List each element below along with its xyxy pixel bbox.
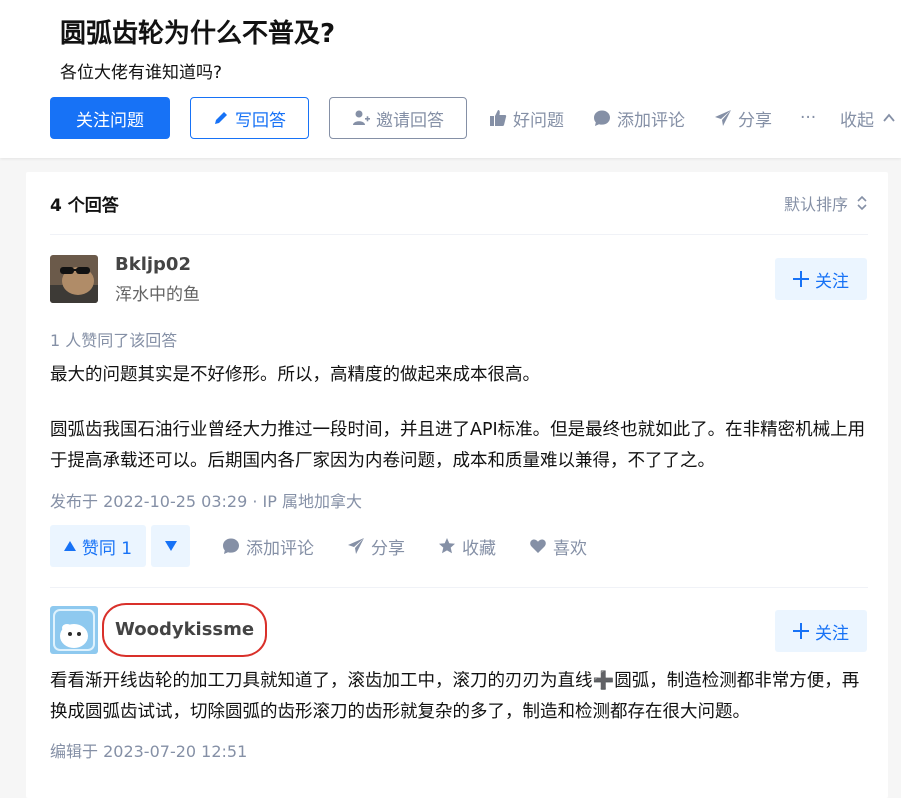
- triangle-up-icon: [63, 541, 76, 551]
- add-comment-button[interactable]: 添加评论: [593, 97, 685, 139]
- plus-icon: [793, 271, 809, 287]
- answer-paragraph: 看看渐开线齿轮的加工刀具就知道了，滚齿加工中，滚刀的刃刃为直线➕圆弧，制造检测都…: [50, 671, 860, 722]
- follow-author-button[interactable]: 关注: [775, 610, 867, 652]
- collect-button[interactable]: 收藏: [438, 525, 496, 567]
- comment-button[interactable]: 添加评论: [222, 525, 314, 567]
- write-answer-button[interactable]: 写回答: [190, 97, 309, 139]
- invite-answer-label: 邀请回答: [376, 110, 444, 131]
- question-title[interactable]: 圆弧齿轮为什么不普及?: [60, 14, 335, 54]
- avatar-image: [50, 255, 98, 303]
- answer-meta[interactable]: 发布于 2022-10-25 03:29 · IP 属地加拿大: [50, 488, 362, 512]
- more-icon: ···: [800, 108, 817, 128]
- comment-label: 添加评论: [246, 538, 314, 559]
- collect-label: 收藏: [462, 538, 496, 559]
- more-button[interactable]: ···: [800, 97, 816, 139]
- pencil-icon: [215, 112, 227, 124]
- collapse-label: 收起: [840, 110, 874, 131]
- sort-toggle-icon: [857, 195, 867, 211]
- downvote-button[interactable]: [151, 525, 190, 567]
- follow-author-button[interactable]: 关注: [775, 258, 867, 300]
- chevron-up-icon: [883, 113, 895, 122]
- plus-icon: [793, 623, 809, 639]
- voters-count[interactable]: 1 人赞同了该回答: [50, 327, 177, 351]
- question-detail: 各位大佬有谁知道吗?: [60, 63, 223, 83]
- answer-content: 最大的问题其实是不好修形。所以，高精度的做起来成本很高。 圆弧齿我国石油行业曾经…: [50, 360, 870, 477]
- follow-author-label: 关注: [815, 623, 849, 644]
- question-header: 圆弧齿轮为什么不普及? 各位大佬有谁知道吗? 关注问题 写回答 邀请回答 好问题…: [0, 0, 901, 158]
- add-user-icon: [353, 110, 370, 125]
- heart-icon: [530, 539, 546, 553]
- collapse-button[interactable]: 收起: [840, 97, 896, 139]
- share-answer-button[interactable]: 分享: [347, 525, 405, 567]
- star-icon: [439, 538, 455, 554]
- answer-paragraph: 最大的问题其实是不好修形。所以，高精度的做起来成本很高。: [50, 365, 540, 385]
- paper-plane-icon: [715, 110, 731, 126]
- share-button[interactable]: 分享: [714, 97, 772, 139]
- follow-author-label: 关注: [815, 271, 849, 292]
- follow-question-label: 关注问题: [76, 110, 144, 131]
- answer-meta[interactable]: 编辑于 2023-07-20 12:51: [50, 738, 247, 762]
- follow-question-button[interactable]: 关注问题: [50, 97, 170, 139]
- sort-selector[interactable]: 默认排序: [784, 191, 868, 215]
- comment-icon: [594, 110, 610, 126]
- avatar[interactable]: [50, 606, 98, 654]
- author-bio: 浑水中的鱼: [115, 285, 200, 305]
- answer-divider: [50, 587, 868, 588]
- answer-content: 看看渐开线齿轮的加工刀具就知道了，滚齿加工中，滚刀的刃刃为直线➕圆弧，制造检测都…: [50, 666, 870, 728]
- answer-paragraph: 圆弧齿我国石油行业曾经大力推过一段时间，并且进了API标准。但是最终也就如此了。…: [50, 420, 866, 471]
- answers-card: 4 个回答 默认排序 Bkljp02 浑水中的鱼 关注 1 人赞同了该回答 最大…: [26, 172, 888, 798]
- like-button[interactable]: 喜欢: [529, 525, 587, 567]
- comment-icon: [223, 538, 239, 554]
- good-question-label: 好问题: [513, 110, 564, 131]
- answer-paragraph-spacer: [50, 391, 870, 415]
- write-answer-label: 写回答: [235, 110, 286, 131]
- answer-count: 4 个回答: [50, 195, 119, 216]
- share-label: 分享: [738, 110, 772, 131]
- like-label: 喜欢: [553, 538, 587, 559]
- avatar[interactable]: [50, 255, 98, 303]
- good-question-button[interactable]: 好问题: [489, 97, 564, 139]
- upvote-button[interactable]: 赞同 1: [50, 525, 146, 567]
- add-comment-label: 添加评论: [617, 110, 685, 131]
- upvote-label: 赞同 1: [81, 538, 133, 559]
- triangle-down-icon: [164, 541, 177, 551]
- answers-list-header: 4 个回答 默认排序: [50, 172, 868, 235]
- avatar-image: [50, 606, 98, 654]
- author-name[interactable]: Bkljp02: [115, 254, 191, 275]
- sort-label: 默认排序: [783, 195, 848, 214]
- thumbs-up-icon: [490, 110, 507, 126]
- red-annotation-ellipse: [102, 603, 267, 657]
- share-answer-label: 分享: [371, 538, 405, 559]
- invite-answer-button[interactable]: 邀请回答: [329, 97, 467, 139]
- paper-plane-icon: [348, 538, 364, 554]
